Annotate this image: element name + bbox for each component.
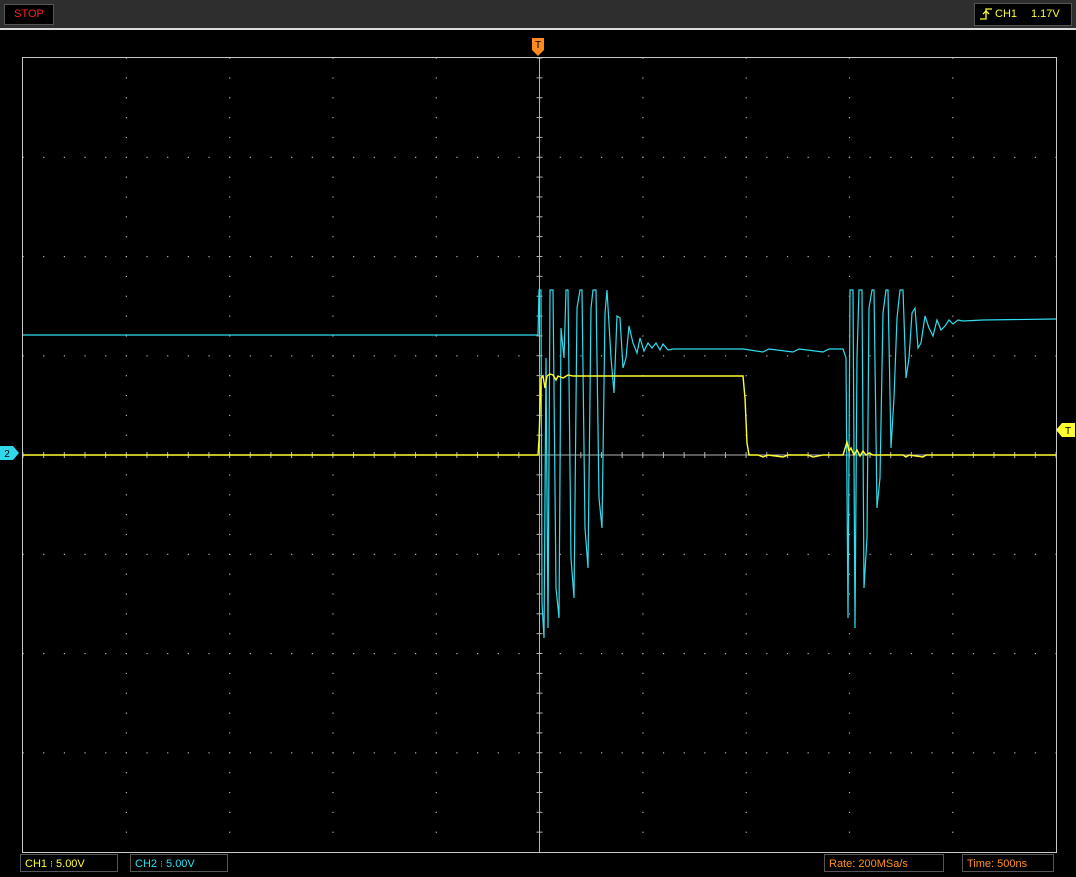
dc-coupling-icon: ⁝ — [50, 859, 53, 869]
trigger-source-label: CH1 — [995, 8, 1018, 20]
ch2-ground-marker[interactable]: 2 — [0, 445, 20, 461]
run-stop-status-button[interactable]: STOP — [4, 4, 54, 25]
waveform-plot — [23, 58, 1056, 852]
top-status-bar: STOP CH1 1.17V — [0, 0, 1076, 30]
trigger-level-marker[interactable]: T — [1055, 422, 1075, 438]
ch1-volts-per-div: 5.00V — [56, 858, 85, 870]
time-label: Time: — [967, 858, 995, 870]
trigger-position-marker[interactable]: T — [531, 37, 545, 57]
svg-text:T: T — [1065, 426, 1071, 437]
ch2-label: CH2 — [135, 858, 158, 870]
scope-display: T 2 T CH1 ⁝ 5.00V CH2 ⁝ 5.00V Rate: 200M… — [0, 30, 1076, 877]
trigger-info-panel[interactable]: CH1 1.17V — [974, 3, 1072, 26]
ch2-scale-box[interactable]: CH2 ⁝ 5.00V — [130, 854, 228, 872]
svg-text:T: T — [535, 40, 541, 51]
dc-coupling-icon: ⁝ — [160, 859, 163, 869]
rising-edge-icon — [980, 8, 992, 20]
rate-label: Rate: — [829, 858, 856, 870]
svg-text:2: 2 — [4, 449, 10, 460]
sample-rate-box[interactable]: Rate: 200MSa/s — [824, 854, 944, 872]
waveform-screen[interactable] — [22, 57, 1057, 853]
ch1-scale-box[interactable]: CH1 ⁝ 5.00V — [20, 854, 118, 872]
ch1-label: CH1 — [25, 858, 48, 870]
rate-value: 200MSa/s — [858, 858, 908, 870]
ch2-volts-per-div: 5.00V — [166, 858, 195, 870]
time-value: 500ns — [997, 858, 1028, 870]
trigger-level-value: 1.17V — [1031, 8, 1060, 20]
timebase-box[interactable]: Time: 500ns — [962, 854, 1054, 872]
